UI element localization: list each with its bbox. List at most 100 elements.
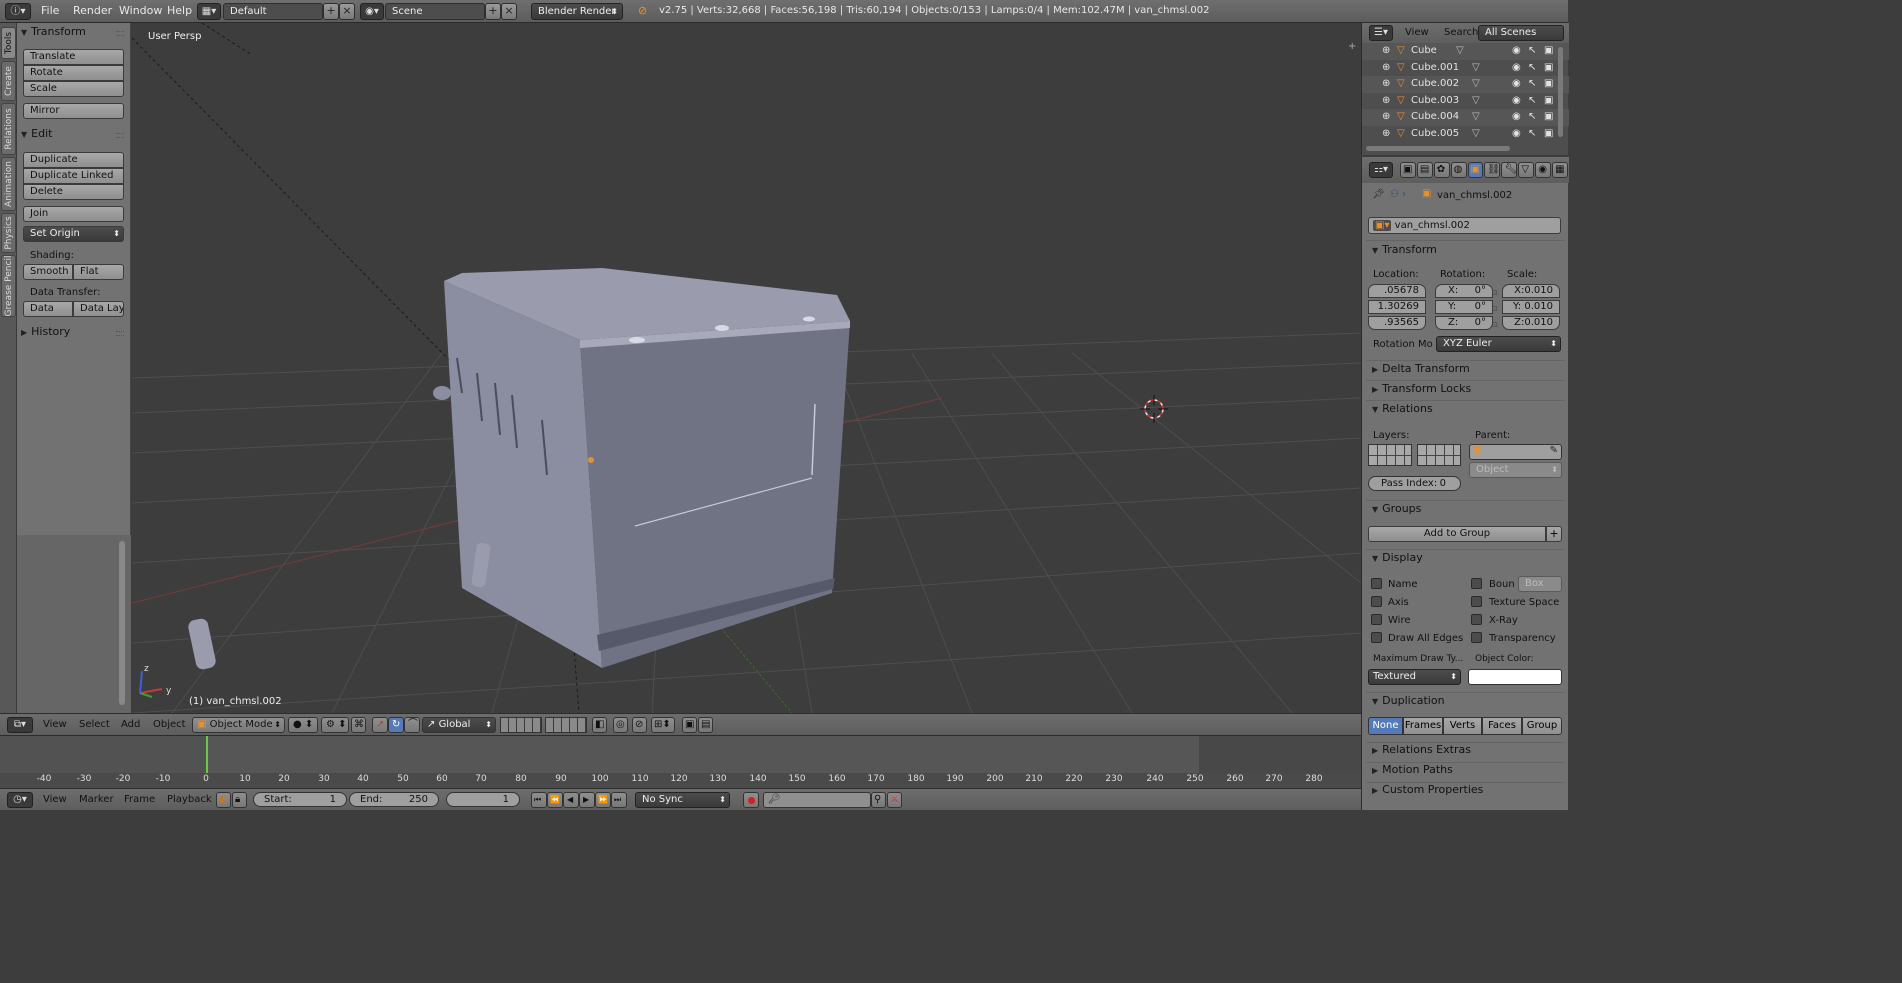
- name-checkbox[interactable]: [1371, 578, 1382, 589]
- viewport-shading-dropdown[interactable]: ● ⬍: [288, 717, 318, 733]
- rotation-lock-icons[interactable]: ⊡ ⊡ ⊡: [1492, 285, 1500, 329]
- editor-type-icon[interactable]: ⚏▾: [1369, 162, 1393, 178]
- selectable-arrow-icon[interactable]: ↖: [1528, 76, 1536, 92]
- expand-icon[interactable]: ⊕: [1382, 109, 1390, 125]
- menu-select[interactable]: Select: [79, 719, 110, 730]
- eyedropper-icon[interactable]: ✎: [1550, 445, 1558, 456]
- duplication-faces-tab[interactable]: Faces: [1482, 717, 1522, 735]
- tab-create[interactable]: Create: [1, 61, 16, 101]
- scale-y-field[interactable]: Y: 0.010: [1502, 300, 1560, 314]
- editor-type-icon[interactable]: ☰▾: [1369, 25, 1393, 41]
- outliner-row[interactable]: ⊕ ▽ Cube.004 ▽ ◉ ↖ ▣: [1362, 109, 1569, 126]
- outliner-row[interactable]: ⊕ ▽ Cube.005 ▽ ◉ ↖ ▣: [1362, 126, 1569, 143]
- selectable-arrow-icon[interactable]: ↖: [1528, 93, 1536, 109]
- visibility-eye-icon[interactable]: ◉: [1512, 76, 1521, 92]
- duplicate-button[interactable]: Duplicate: [23, 152, 124, 168]
- menu-view[interactable]: View: [43, 719, 67, 730]
- prev-keyframe-icon[interactable]: ⏪: [547, 792, 563, 808]
- panel-relations-header[interactable]: ▼ Relations: [1372, 402, 1433, 415]
- drag-grip-icon[interactable]: [116, 133, 124, 138]
- pivot-dropdown[interactable]: ⚙ ⬍: [321, 717, 349, 733]
- smooth-button[interactable]: Smooth: [23, 264, 73, 280]
- manipulator-toggle-icon[interactable]: ⌘: [351, 717, 366, 733]
- proportional-edit-icon[interactable]: ◎: [613, 717, 628, 733]
- lock-icon[interactable]: 🔒︎: [232, 792, 247, 808]
- object-name-field[interactable]: ▣▾ van_chmsl.002: [1368, 217, 1561, 234]
- panel-transform-header[interactable]: ▼ Transform: [21, 24, 86, 40]
- render-layers-tab-icon[interactable]: ▤: [1416, 162, 1433, 178]
- object-color-swatch[interactable]: [1468, 669, 1562, 685]
- location-x-field[interactable]: .05678: [1368, 284, 1426, 298]
- editor-type-icon[interactable]: ⧉▾: [7, 717, 33, 733]
- layer-buttons-a[interactable]: [500, 717, 542, 733]
- lock-layers-icon[interactable]: ◧: [592, 717, 607, 733]
- scene-field[interactable]: Scene: [385, 3, 485, 20]
- location-y-field[interactable]: 1.30269: [1368, 300, 1426, 314]
- tab-relations[interactable]: Relations: [1, 103, 16, 155]
- jump-start-icon[interactable]: ⏮: [531, 792, 547, 808]
- renderable-camera-icon[interactable]: ▣: [1544, 109, 1553, 125]
- rotation-x-field[interactable]: X: 0°: [1435, 284, 1493, 298]
- render-engine-dropdown[interactable]: Blender Render ⬍: [531, 3, 623, 20]
- next-keyframe-icon[interactable]: ⏩: [595, 792, 611, 808]
- outliner-row[interactable]: ⊕ ▽ Cube.003 ▽ ◉ ↖ ▣: [1362, 93, 1569, 110]
- 3d-viewport[interactable]: y z User Persp (1) van_chmsl.002 +: [132, 23, 1361, 713]
- panel-display-header[interactable]: ▼ Display: [1372, 551, 1423, 564]
- menu-add[interactable]: Add: [121, 719, 140, 730]
- menu-view[interactable]: View: [43, 794, 67, 805]
- bounds-type-dropdown[interactable]: Box: [1518, 576, 1562, 592]
- info-editor-icon[interactable]: ⓘ▾: [5, 3, 31, 20]
- menu-search[interactable]: Search: [1444, 27, 1478, 38]
- visibility-eye-icon[interactable]: ◉: [1512, 126, 1521, 142]
- menu-frame[interactable]: Frame: [124, 794, 155, 805]
- panel-edit-header[interactable]: ▼ Edit: [21, 126, 52, 142]
- viewport-expand-icon[interactable]: +: [1348, 41, 1356, 52]
- pass-index-field[interactable]: Pass Index: 0: [1368, 476, 1461, 491]
- tab-grease-pencil[interactable]: Grease Pencil: [1, 255, 16, 317]
- visibility-eye-icon[interactable]: ◉: [1512, 60, 1521, 76]
- data-tab-icon[interactable]: ▽: [1518, 162, 1535, 178]
- selectable-arrow-icon[interactable]: ↖: [1528, 109, 1536, 125]
- panel-delta-transform-header[interactable]: ▶ Delta Transform: [1372, 362, 1470, 375]
- panel-groups-header[interactable]: ▼ Groups: [1372, 502, 1421, 515]
- duplication-none-tab[interactable]: None: [1368, 717, 1403, 735]
- expand-icon[interactable]: ⊕: [1382, 43, 1390, 59]
- renderable-camera-icon[interactable]: ▣: [1544, 60, 1553, 76]
- selectable-arrow-icon[interactable]: ↖: [1528, 43, 1536, 59]
- expand-icon[interactable]: ⊕: [1382, 76, 1390, 92]
- texture-space-checkbox[interactable]: [1471, 596, 1482, 607]
- visibility-eye-icon[interactable]: ◉: [1512, 93, 1521, 109]
- panel-custom-properties-header[interactable]: ▶ Custom Properties: [1372, 783, 1483, 796]
- expand-icon[interactable]: ⊕: [1382, 93, 1390, 109]
- render-tab-icon[interactable]: ▣: [1400, 162, 1416, 178]
- transform-orientation-dropdown[interactable]: ↗ Global ⬍: [422, 717, 496, 733]
- layout-field[interactable]: Default: [223, 3, 323, 20]
- draw-all-edges-checkbox[interactable]: [1371, 632, 1382, 643]
- render-opengl-icon[interactable]: ▣: [682, 717, 697, 733]
- end-frame-field[interactable]: End: 250: [349, 792, 439, 807]
- layout-add-button[interactable]: +: [323, 3, 339, 20]
- translate-manipulator-icon[interactable]: ↗: [372, 717, 388, 733]
- max-draw-type-dropdown[interactable]: Textured ⬍: [1368, 669, 1461, 685]
- scene-icon[interactable]: ◉▾: [360, 3, 384, 20]
- outliner-hscrollbar[interactable]: [1366, 146, 1510, 151]
- duplication-frames-tab[interactable]: Frames: [1403, 717, 1443, 735]
- current-frame-field[interactable]: 1: [446, 792, 520, 807]
- object-tab-icon[interactable]: ▣: [1467, 162, 1484, 178]
- scale-button[interactable]: Scale: [23, 81, 124, 97]
- panel-transform-header[interactable]: ▼ Transform: [1372, 243, 1437, 256]
- panel-transform-locks-header[interactable]: ▶ Transform Locks: [1372, 382, 1471, 395]
- drag-grip-icon[interactable]: [116, 331, 124, 336]
- pin-icon[interactable]: 📌︎: [1372, 189, 1385, 200]
- set-origin-dropdown[interactable]: Set Origin ⬍: [23, 226, 124, 242]
- editor-type-icon[interactable]: ◷▾: [7, 792, 33, 808]
- mode-dropdown[interactable]: ▣ Object Mode ⬍: [192, 717, 285, 733]
- translate-button[interactable]: Translate: [23, 49, 124, 65]
- scale-x-field[interactable]: X:0.010: [1502, 284, 1560, 298]
- layout-icon[interactable]: ▦▾: [197, 3, 221, 20]
- outliner-row[interactable]: ⊕ ▽ Cube.002 ▽ ◉ ↖ ▣: [1362, 76, 1569, 93]
- renderable-camera-icon[interactable]: ▣: [1544, 93, 1553, 109]
- play-icon[interactable]: ▶: [579, 792, 595, 808]
- panel-history-header[interactable]: ▶ History: [21, 324, 70, 340]
- insert-keyframe-icon[interactable]: ⚲: [871, 792, 886, 808]
